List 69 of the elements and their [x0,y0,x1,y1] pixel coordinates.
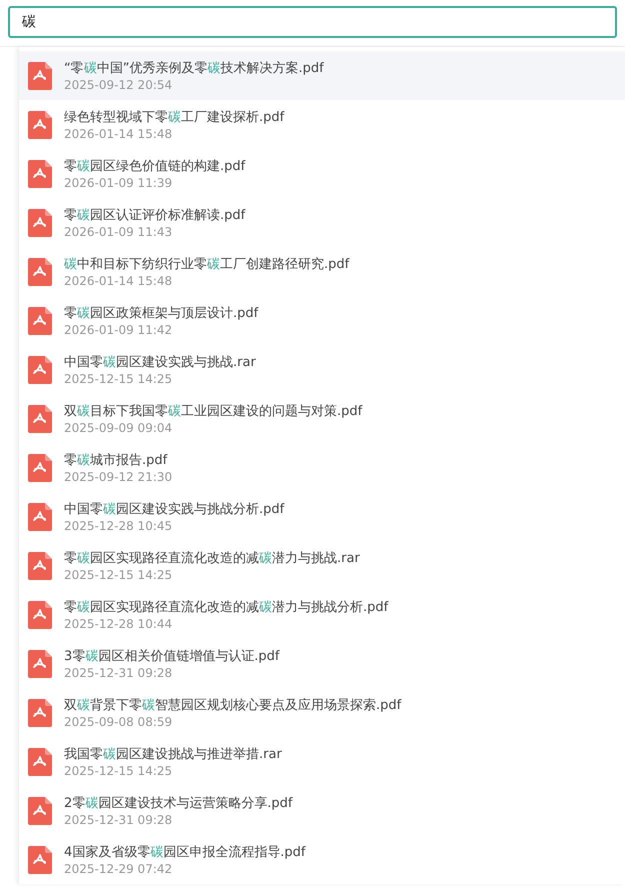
search-field[interactable]: 碳 [8,6,617,38]
pdf-file-icon [28,698,52,726]
result-item[interactable]: 2零碳园区建设技术与运营策略分享.pdf 2025-12-31 09:28 [19,786,625,835]
file-name: 绿色转型视域下零碳工厂建设探析.pdf [64,109,284,126]
result-item[interactable]: 零碳园区实现路径直流化改造的减碳潜力与挑战.rar 2025-12-15 14:25 [19,541,625,590]
result-item[interactable]: 零碳园区实现路径直流化改造的减碳潜力与挑战分析.pdf 2025-12-28 10:44 [19,590,625,639]
file-date: 2025-09-08 08:59 [64,715,174,729]
file-name: 3零碳园区相关价值链增值与认证.pdf [64,648,280,665]
pdf-file-icon [28,160,52,188]
file-date: 2025-12-31 09:28 [64,666,174,680]
file-date: 2025-12-29 07:42 [64,862,174,876]
file-date: 2025-12-15 14:25 [64,568,174,582]
pdf-file-icon [28,502,52,530]
pdf-file-icon [28,796,52,824]
pdf-file-icon [28,552,52,580]
file-name: 零碳城市报告.pdf [64,452,168,469]
file-name: 零碳园区认证评价标准解读.pdf [64,207,246,224]
pdf-file-icon [28,208,52,236]
file-date: 2026-01-09 11:39 [64,176,174,190]
file-date: 2025-09-12 20:54 [64,78,174,92]
result-item[interactable]: 中国零碳园区建设实践与挑战分析.pdf 2025-12-28 10:45 [19,492,625,541]
file-date: 2026-01-14 15:48 [64,274,174,288]
pdf-file-icon [28,110,52,138]
file-date: 2025-12-28 10:45 [64,519,174,533]
result-item[interactable]: 绿色转型视域下零碳工厂建设探析.pdf 2026-01-14 15:48 [19,100,625,149]
result-item[interactable]: 中国零碳园区建设实践与挑战.rar 2025-12-15 14:25 [19,345,625,394]
file-name: 中国零碳园区建设实践与挑战.rar [64,354,256,371]
file-name: “零碳中国”优秀亲例及零碳技术解决方案.pdf [64,60,324,77]
file-date: 2025-09-12 21:30 [64,470,172,484]
file-date: 2026-01-14 15:48 [64,127,174,141]
pdf-file-icon [28,258,52,286]
pdf-file-icon [28,62,52,90]
file-date: 2025-12-15 14:25 [64,372,174,386]
result-item[interactable]: 零碳园区政策框架与顶层设计.pdf 2026-01-09 11:42 [19,296,625,345]
pdf-file-icon [28,356,52,384]
result-item[interactable]: 我国零碳园区建设挑战与推进举措.rar 2025-12-15 14:25 [19,737,625,786]
result-item[interactable]: 双碳背景下零碳智慧园区规划核心要点及应用场景探索.pdf 2025-09-08 08:59 [19,688,625,737]
result-item[interactable]: 碳中和目标下纺织行业零碳工厂创建路径研究.pdf 2026-01-14 15:48 [19,247,625,296]
pdf-file-icon [28,846,52,874]
file-date: 2025-12-31 09:28 [64,813,174,827]
pdf-file-icon [28,650,52,678]
file-name: 碳中和目标下纺织行业零碳工厂创建路径研究.pdf [64,256,350,273]
pdf-file-icon [28,306,52,334]
pdf-file-icon [28,454,52,482]
file-date: 2025-09-09 09:04 [64,421,174,435]
file-date: 2025-12-15 14:25 [64,764,174,778]
result-item[interactable]: 4国家及省级零碳园区申报全流程指导.pdf 2025-12-29 07:42 [19,835,625,884]
file-name: 我国零碳园区建设挑战与推进举措.rar [64,746,282,763]
pdf-file-icon [28,404,52,432]
file-date: 2026-01-09 11:42 [64,323,174,337]
pdf-file-icon [28,748,52,776]
file-name: 零碳园区实现路径直流化改造的减碳潜力与挑战.rar [64,550,360,567]
file-date: 2025-12-28 10:44 [64,617,174,631]
file-name: 4国家及省级零碳园区申报全流程指导.pdf [64,844,306,861]
file-name: 零碳园区绿色价值链的构建.pdf [64,158,246,175]
result-item[interactable]: 零碳城市报告.pdf 2025-09-12 21:30 [19,443,625,492]
file-name: 双碳目标下我国零碳工业园区建设的问题与对策.pdf [64,403,362,420]
file-name: 双碳背景下零碳智慧园区规划核心要点及应用场景探索.pdf [64,697,402,714]
file-date: 2026-01-09 11:43 [64,225,174,239]
result-item[interactable]: 双碳目标下我国零碳工业园区建设的问题与对策.pdf 2025-09-09 09:04 [19,394,625,443]
result-item[interactable]: “零碳中国”优秀亲例及零碳技术解决方案.pdf 2025-09-12 20:54 [19,51,625,100]
file-name: 零碳园区政策框架与顶层设计.pdf [64,305,258,322]
result-item[interactable]: 零碳园区认证评价标准解读.pdf 2026-01-09 11:43 [19,198,625,247]
file-name: 2零碳园区建设技术与运营策略分享.pdf [64,795,292,812]
file-name: 零碳园区实现路径直流化改造的减碳潜力与挑战分析.pdf [64,599,388,616]
result-item[interactable]: 零碳园区绿色价值链的构建.pdf 2026-01-09 11:39 [19,149,625,198]
pdf-file-icon [28,600,52,628]
file-name: 中国零碳园区建设实践与挑战分析.pdf [64,501,284,518]
result-item[interactable]: 3零碳园区相关价值链增值与认证.pdf 2025-12-31 09:28 [19,639,625,688]
